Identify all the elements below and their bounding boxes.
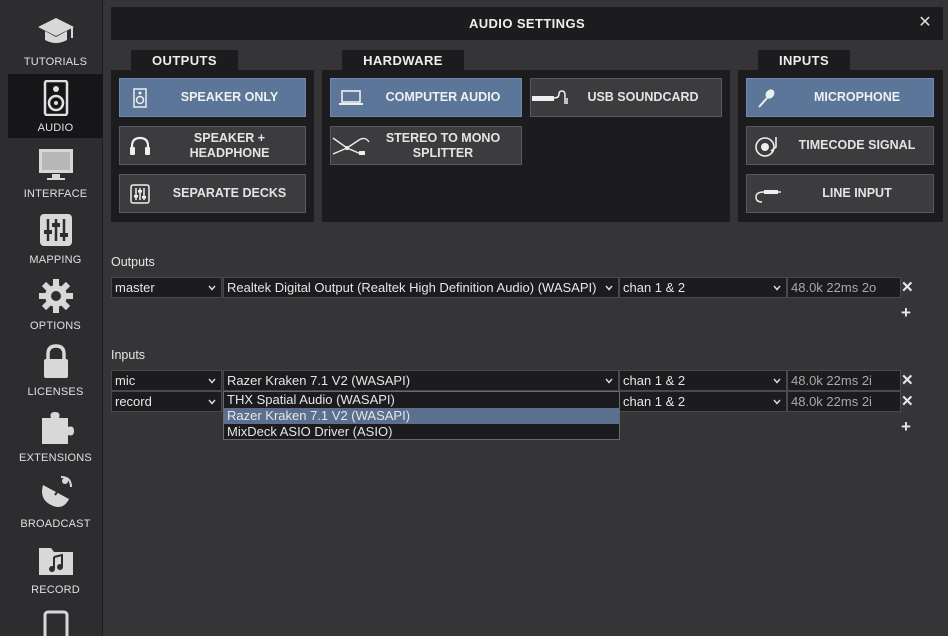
puzzle-icon	[8, 410, 103, 446]
stereo-to-mono-splitter-button[interactable]: STEREO TO MONO SPLITTER	[330, 126, 522, 165]
remove-output-button[interactable]: ✕	[901, 280, 914, 295]
music-folder-icon	[8, 542, 103, 578]
sidebar-item-label: TUTORIALS	[23, 56, 88, 68]
sidebar: TUTORIALS AUDIO INTERFACE MAPPING OPTION…	[0, 0, 103, 636]
sidebar-item-label: LICENSES	[27, 386, 84, 398]
separate-decks-button[interactable]: SEPARATE DECKS	[119, 174, 306, 213]
timecode-signal-button[interactable]: TIMECODE SIGNAL	[746, 126, 934, 165]
sidebar-item-extensions[interactable]: EXTENSIONS	[8, 404, 103, 468]
dropdown-option-highlighted[interactable]: Razer Kraken 7.1 V2 (WASAPI)	[224, 408, 619, 424]
output-device-select[interactable]: Realtek Digital Output (Realtek High Def…	[223, 277, 619, 298]
gear-icon	[8, 278, 103, 314]
input-info: 48.0k 22ms 2i	[787, 370, 901, 391]
output-name-select[interactable]: master	[111, 277, 222, 298]
chevron-down-icon	[208, 399, 216, 405]
splitter-cable-icon	[331, 134, 371, 158]
device-dropdown-list: THX Spatial Audio (WASAPI) Razer Kraken …	[223, 391, 620, 440]
sidebar-item-label: MAPPING	[29, 254, 82, 266]
satellite-dish-icon	[8, 476, 103, 512]
laptop-icon	[331, 89, 371, 107]
inputs-section-label: Inputs	[111, 348, 146, 362]
speaker-icon	[120, 87, 160, 108]
sidebar-item-label: OPTIONS	[30, 320, 81, 332]
sidebar-item-licenses[interactable]: LICENSES	[8, 338, 103, 402]
input-info: 48.0k 22ms 2i	[787, 391, 901, 412]
lock-icon	[8, 344, 103, 380]
sidebar-item-interface[interactable]: INTERFACE	[8, 140, 103, 204]
sidebar-item-remote[interactable]	[8, 602, 103, 636]
sidebar-item-record[interactable]: RECORD	[8, 536, 103, 600]
outputs-section-label: Outputs	[111, 255, 155, 269]
audio-settings-window: TUTORIALS AUDIO INTERFACE MAPPING OPTION…	[0, 0, 948, 636]
outputs-group: SPEAKER ONLY SPEAKER + HEADPHONE SEPARAT…	[111, 70, 314, 222]
mixer-icon	[120, 183, 160, 204]
remove-input-button[interactable]: ✕	[901, 373, 914, 388]
sidebar-item-broadcast[interactable]: BROADCAST	[8, 470, 103, 534]
output-channel-select[interactable]: chan 1 & 2	[619, 277, 787, 298]
inputs-group-tab: INPUTS	[758, 50, 850, 70]
input-channel-select[interactable]: chan 1 & 2	[619, 391, 787, 412]
sidebar-item-mapping[interactable]: MAPPING	[8, 206, 103, 270]
sidebar-item-audio[interactable]: AUDIO	[8, 74, 103, 138]
output-info: 48.0k 22ms 2o	[787, 277, 901, 298]
chevron-down-icon	[605, 285, 613, 291]
add-input-button[interactable]: +	[899, 418, 913, 435]
sidebar-item-label: AUDIO	[37, 122, 74, 134]
sidebar-item-label: INTERFACE	[23, 188, 88, 200]
chevron-down-icon	[773, 399, 781, 405]
monitor-icon	[8, 146, 103, 182]
speaker-only-button[interactable]: SPEAKER ONLY	[119, 78, 306, 117]
chevron-down-icon	[208, 378, 216, 384]
input-channel-select[interactable]: chan 1 & 2	[619, 370, 787, 391]
outputs-group-tab: OUTPUTS	[131, 50, 238, 70]
headphones-icon	[120, 136, 160, 156]
sidebar-item-label: RECORD	[31, 584, 80, 596]
speaker-headphone-button[interactable]: SPEAKER + HEADPHONE	[119, 126, 306, 165]
close-button[interactable]: ✕	[917, 14, 933, 32]
inputs-group: MICROPHONE TIMECODE SIGNAL LINE INPUT	[738, 70, 943, 222]
hardware-group: COMPUTER AUDIO USB SOUNDCARD STEREO TO M…	[322, 70, 730, 222]
turntable-icon	[747, 135, 787, 157]
line-input-button[interactable]: LINE INPUT	[746, 174, 934, 213]
sidebar-item-tutorials[interactable]: TUTORIALS	[8, 8, 103, 72]
remove-input-button[interactable]: ✕	[901, 394, 914, 409]
page-title: AUDIO SETTINGS	[468, 16, 586, 31]
microphone-button[interactable]: MICROPHONE	[746, 78, 934, 117]
speaker-icon	[8, 80, 103, 116]
jack-cable-icon	[747, 184, 787, 204]
chevron-down-icon	[773, 285, 781, 291]
usb-soundcard-button[interactable]: USB SOUNDCARD	[530, 78, 722, 117]
sidebar-item-label: BROADCAST	[20, 518, 91, 530]
chevron-down-icon	[208, 285, 216, 291]
input-name-select[interactable]: mic	[111, 370, 222, 391]
computer-audio-button[interactable]: COMPUTER AUDIO	[330, 78, 522, 117]
input-name-select[interactable]: record	[111, 391, 222, 412]
graduation-cap-icon	[8, 14, 103, 50]
dropdown-option[interactable]: THX Spatial Audio (WASAPI)	[224, 392, 619, 408]
usb-cable-icon	[531, 89, 571, 106]
dropdown-option[interactable]: MixDeck ASIO Driver (ASIO)	[224, 424, 619, 440]
sliders-icon	[8, 212, 103, 248]
title-bar: AUDIO SETTINGS ✕	[111, 7, 943, 40]
sidebar-item-options[interactable]: OPTIONS	[8, 272, 103, 336]
chevron-down-icon	[605, 378, 613, 384]
microphone-icon	[747, 87, 787, 109]
phone-icon	[8, 608, 103, 636]
chevron-down-icon	[773, 378, 781, 384]
sidebar-item-label: EXTENSIONS	[19, 452, 92, 464]
add-output-button[interactable]: +	[899, 304, 913, 321]
input-device-select[interactable]: Razer Kraken 7.1 V2 (WASAPI)	[223, 370, 619, 391]
hardware-group-tab: HARDWARE	[342, 50, 464, 70]
